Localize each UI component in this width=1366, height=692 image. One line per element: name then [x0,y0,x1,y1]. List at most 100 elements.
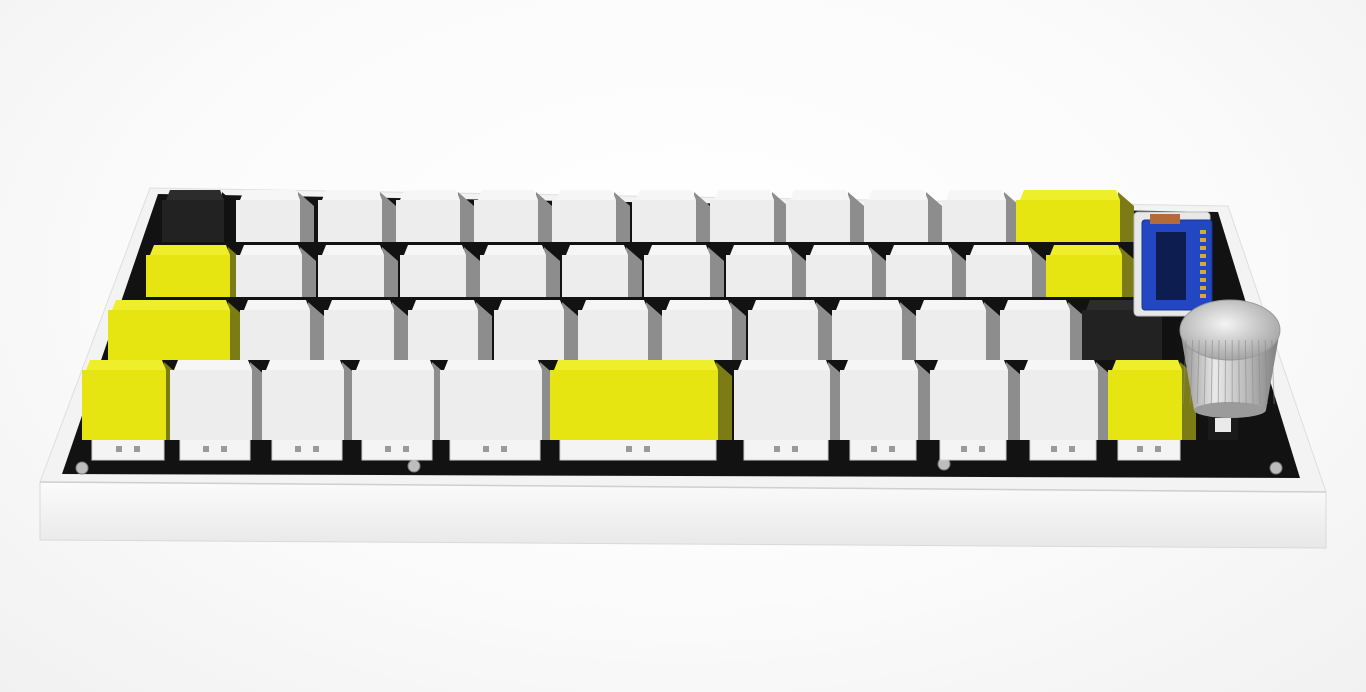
keycap-white [662,300,746,360]
keycap-white [786,190,864,242]
header-pin [1200,230,1206,234]
keycap-front [352,370,434,440]
keycap-white [864,190,942,242]
keycap-white [474,190,552,242]
switch-pin [889,446,895,452]
keycap-top [810,245,872,255]
keycap-front [864,200,928,242]
keycap-group [82,190,1196,440]
switch-pin [403,446,409,452]
keycap-front [396,200,460,242]
keycap-side [926,192,942,242]
keycap-top [240,190,300,200]
keycap-top [322,190,382,200]
header-pin [1200,238,1206,242]
keycap-front [632,200,696,242]
keycap-white [324,300,408,360]
keycap-front [440,370,542,440]
keycap-top [86,360,166,370]
keycap-top [666,300,732,310]
keycap-front [324,310,394,360]
keycap-front [318,200,382,242]
keycap-front [916,310,986,360]
keycap-white [726,245,806,297]
switch-pin [1155,446,1161,452]
switch-pin [116,446,122,452]
switch-pin [313,446,319,452]
switch-pin [626,446,632,452]
keycap-white [1020,360,1112,440]
screw-icon [407,459,421,473]
keycap-top [404,245,466,255]
keycap-front [400,255,466,297]
keycap-top [566,245,628,255]
keycap-white [352,360,448,440]
keycap-white [886,245,966,297]
keycap-front [262,370,344,440]
switch-pin [1051,446,1057,452]
keycap-top [412,300,478,310]
keycap-top [844,360,918,370]
oled-display-icon [1133,211,1213,317]
keycap-front [408,310,478,360]
keycap-yellow [82,360,180,440]
screw-icon [1269,461,1283,475]
keyboard-render-scene [0,0,1366,692]
keycap-front [886,255,952,297]
keycap-front [840,370,918,440]
keycap-top [946,190,1006,200]
keycap-top [1004,300,1070,310]
keycap-yellow [1046,245,1136,297]
keycap-yellow [550,360,732,440]
keycap-front [726,255,792,297]
keycap-top [556,190,616,200]
keycap-top [240,245,302,255]
keycap-white [1000,300,1084,360]
keycap-top [730,245,792,255]
keycap-front [1046,255,1122,297]
keycap-white [832,300,916,360]
keycap-white [578,300,662,360]
keycap-top [1112,360,1182,370]
keycap-top [554,360,718,370]
keycap-white [942,190,1020,242]
keycap-white [806,245,886,297]
keycap-white [644,245,724,297]
switch-pin [483,446,489,452]
switch-pin [295,446,301,452]
keycap-front [82,370,166,440]
keycap-top [636,190,696,200]
keycap-white [748,300,832,360]
keycap-front [1108,370,1182,440]
keycap-white [318,190,396,242]
keycap-top [444,360,542,370]
keycap-top [112,300,230,310]
keycap-front [236,255,302,297]
keycap-white [840,360,932,440]
keycap-top [484,245,546,255]
keycap-front [562,255,628,297]
screw-icon [75,461,89,475]
keycap-white [734,360,844,440]
switch-pin [1137,446,1143,452]
keycap-white [440,360,556,440]
header-pin [1200,286,1206,290]
keycap-white [262,360,358,440]
header-pin [1200,278,1206,282]
keycap-front [474,200,538,242]
keycap-white [632,190,710,242]
keycap-yellow [146,245,244,297]
keycap-front [578,310,648,360]
header-pin [1200,270,1206,274]
keycap-white [916,300,1000,360]
keycap-white [396,190,474,242]
header-pin [1200,246,1206,250]
switch-pin [979,446,985,452]
keycap-front [1082,310,1162,360]
keycap-top [790,190,850,200]
switch-pin [792,446,798,452]
keycap-top [1050,245,1122,255]
keycap-top [970,245,1032,255]
keycap-front [162,200,224,242]
keycap-front [550,370,718,440]
